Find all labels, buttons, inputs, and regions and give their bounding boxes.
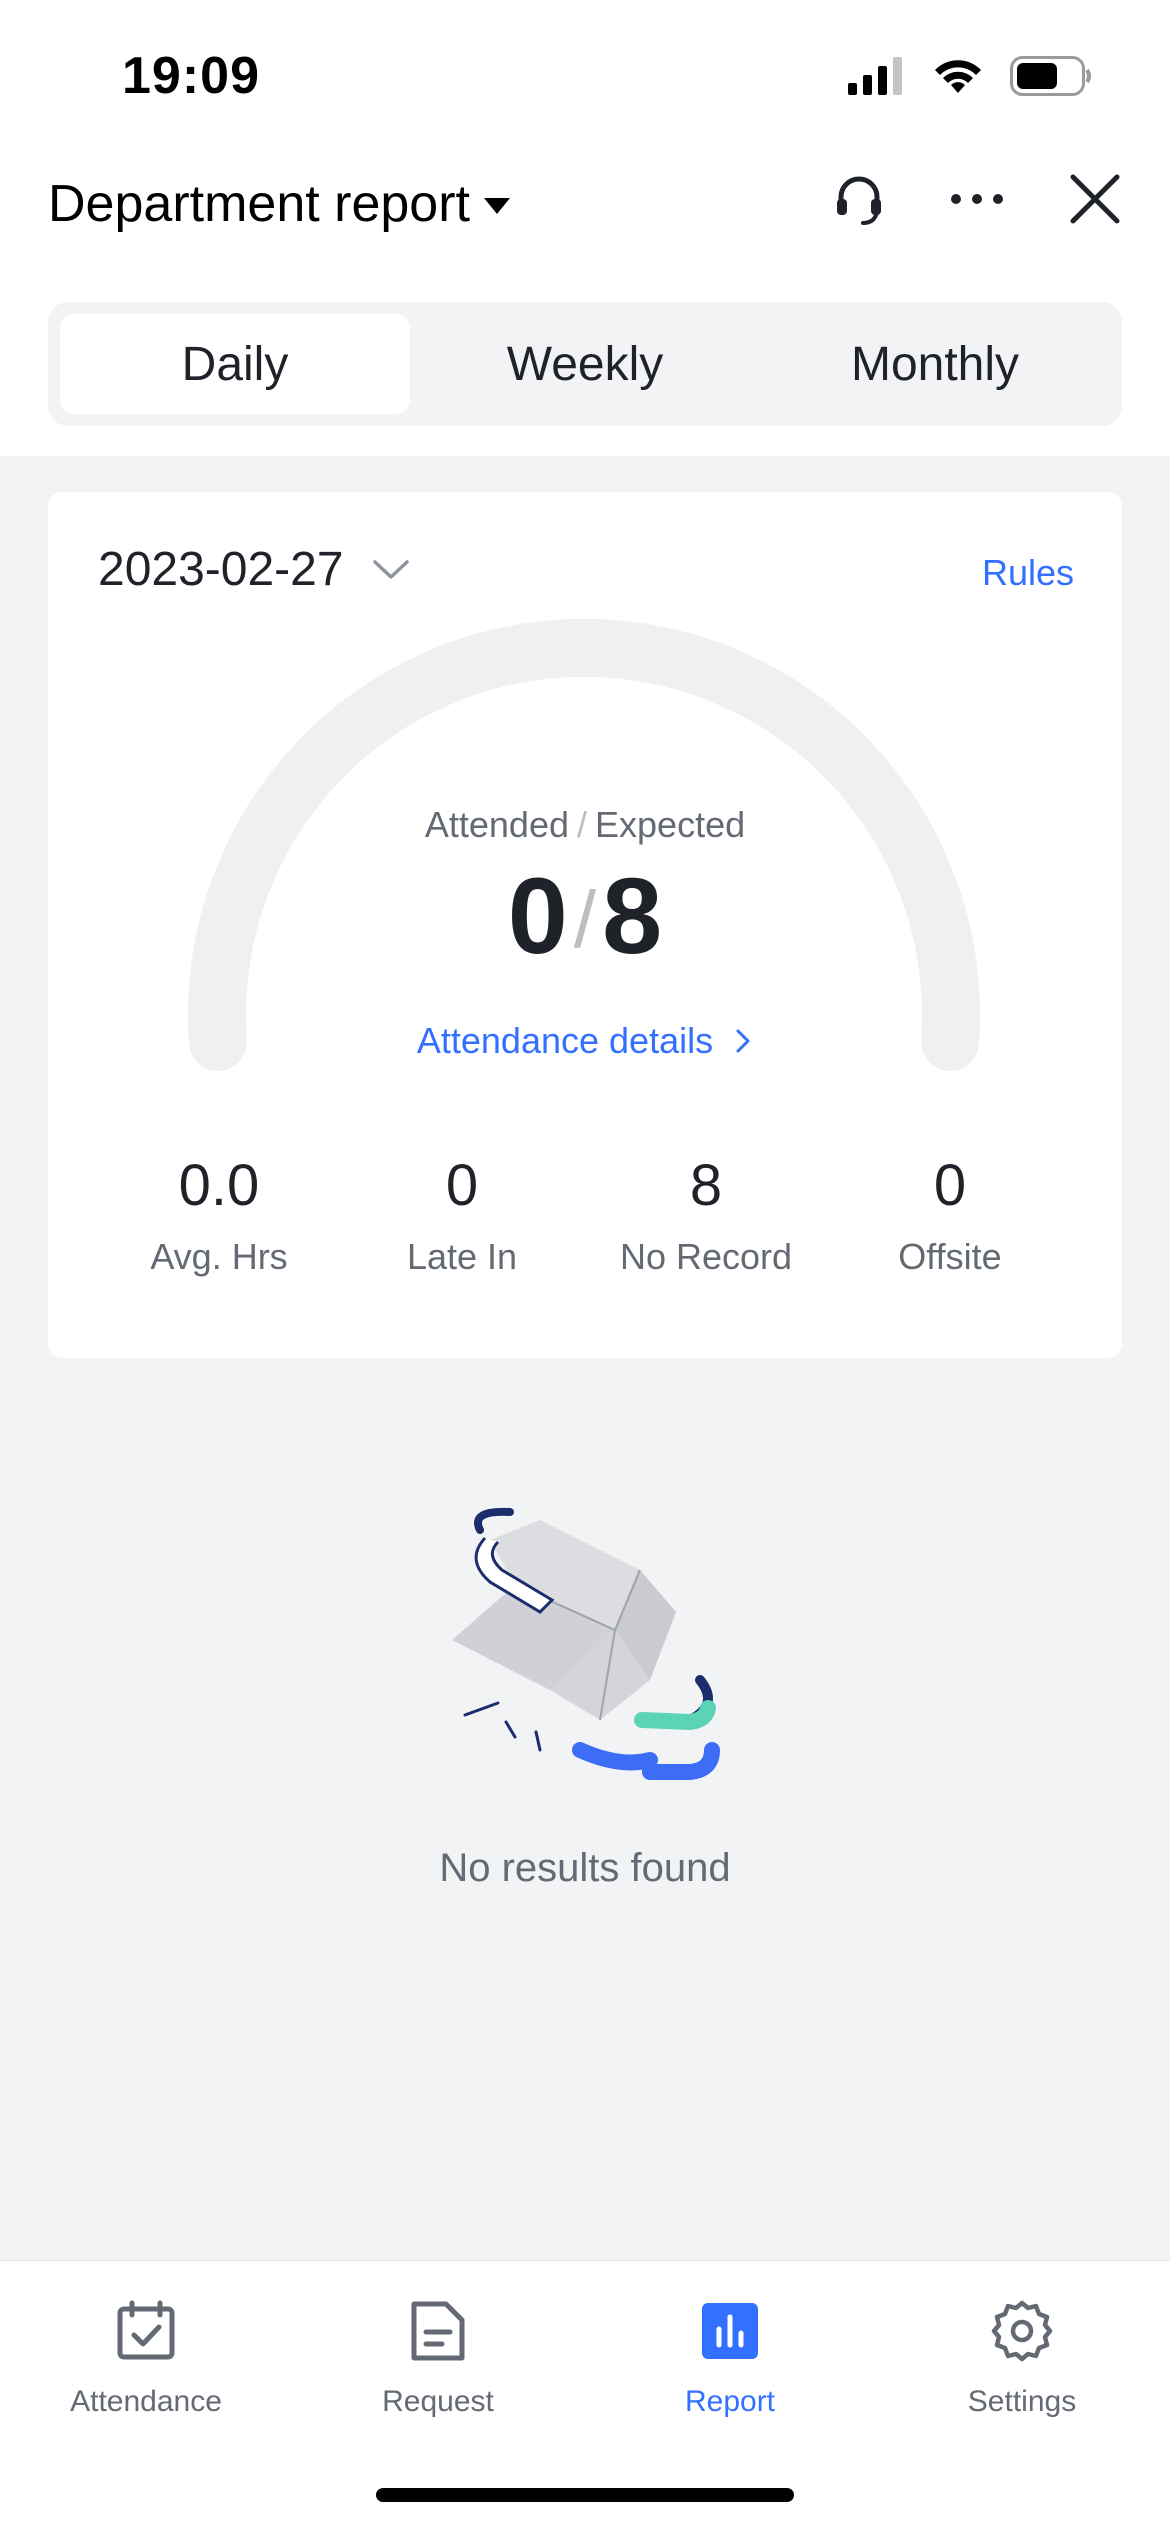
nav-item-report[interactable]: Report bbox=[584, 2297, 876, 2419]
stats-row: 0.0 Avg. Hrs 0 Late In 8 No Record 0 Off… bbox=[48, 1154, 1122, 1304]
empty-state-text: No results found bbox=[439, 1846, 731, 1890]
page-title: Department report bbox=[48, 175, 470, 233]
attendance-gauge bbox=[188, 618, 980, 1071]
attended-count: 0 bbox=[507, 855, 568, 976]
gauge-numbers: 0/8 bbox=[48, 862, 1122, 970]
document-icon bbox=[404, 2297, 472, 2365]
nav-item-request[interactable]: Request bbox=[292, 2297, 584, 2419]
chevron-right-icon bbox=[736, 1029, 750, 1053]
expected-count: 8 bbox=[602, 855, 663, 976]
attended-label: Attended bbox=[424, 804, 569, 845]
stat-avg-hrs[interactable]: 0.0 Avg. Hrs bbox=[89, 1154, 349, 1278]
empty-box-illustration bbox=[452, 1507, 720, 1780]
wifi-icon bbox=[935, 60, 981, 93]
home-indicator bbox=[376, 2488, 794, 2502]
period-tabs: Daily Weekly Monthly bbox=[48, 302, 1122, 426]
status-icons bbox=[848, 52, 1092, 100]
caret-down-icon bbox=[483, 198, 510, 214]
stat-offsite[interactable]: 0 Offsite bbox=[820, 1154, 1080, 1278]
app-header: Department report bbox=[0, 150, 1170, 306]
gear-icon bbox=[988, 2297, 1056, 2365]
nav-item-attendance[interactable]: Attendance bbox=[0, 2297, 292, 2419]
stat-no-record[interactable]: 8 No Record bbox=[576, 1154, 836, 1278]
tab-weekly[interactable]: Weekly bbox=[410, 314, 760, 414]
attendance-details-link[interactable]: Attendance details bbox=[48, 1020, 1122, 1062]
attendance-details-label: Attendance details bbox=[416, 1020, 714, 1061]
stat-label: Late In bbox=[406, 1235, 518, 1277]
stat-label: No Record bbox=[619, 1235, 793, 1277]
close-icon[interactable] bbox=[1066, 170, 1124, 228]
calendar-check-icon bbox=[112, 2297, 180, 2365]
gauge-caption: Attended / Expected bbox=[48, 804, 1122, 846]
bar-chart-icon bbox=[696, 2297, 764, 2365]
header-actions bbox=[830, 170, 1124, 228]
stat-value: 0.0 bbox=[178, 1153, 260, 1218]
status-time: 19:09 bbox=[122, 47, 260, 105]
status-bar: 19:09 bbox=[0, 0, 1170, 150]
more-icon[interactable] bbox=[948, 170, 1006, 228]
stat-value: 0 bbox=[445, 1153, 479, 1218]
tab-daily[interactable]: Daily bbox=[60, 314, 410, 414]
summary-card: 2023-02-27 Rules Attended / Expected 0/8 A… bbox=[48, 492, 1122, 1358]
caption-separator: / bbox=[577, 804, 588, 845]
stat-label: Offsite bbox=[898, 1235, 1002, 1277]
report-selector[interactable]: Department report bbox=[48, 174, 510, 234]
stat-value: 0 bbox=[933, 1153, 967, 1218]
nav-label: Settings bbox=[967, 2385, 1077, 2418]
headset-icon[interactable] bbox=[830, 170, 888, 228]
stat-value: 8 bbox=[689, 1153, 723, 1218]
nav-label: Attendance bbox=[70, 2385, 222, 2418]
signal-icon bbox=[848, 57, 902, 95]
nav-item-settings[interactable]: Settings bbox=[876, 2297, 1168, 2419]
stat-label: Avg. Hrs bbox=[150, 1235, 288, 1277]
battery-icon bbox=[1010, 56, 1091, 96]
expected-label: Expected bbox=[595, 804, 746, 845]
nav-label: Request bbox=[382, 2385, 494, 2418]
count-separator: / bbox=[573, 875, 597, 964]
tab-monthly[interactable]: Monthly bbox=[760, 314, 1110, 414]
stat-late-in[interactable]: 0 Late In bbox=[332, 1154, 592, 1278]
nav-label: Report bbox=[684, 2385, 776, 2418]
